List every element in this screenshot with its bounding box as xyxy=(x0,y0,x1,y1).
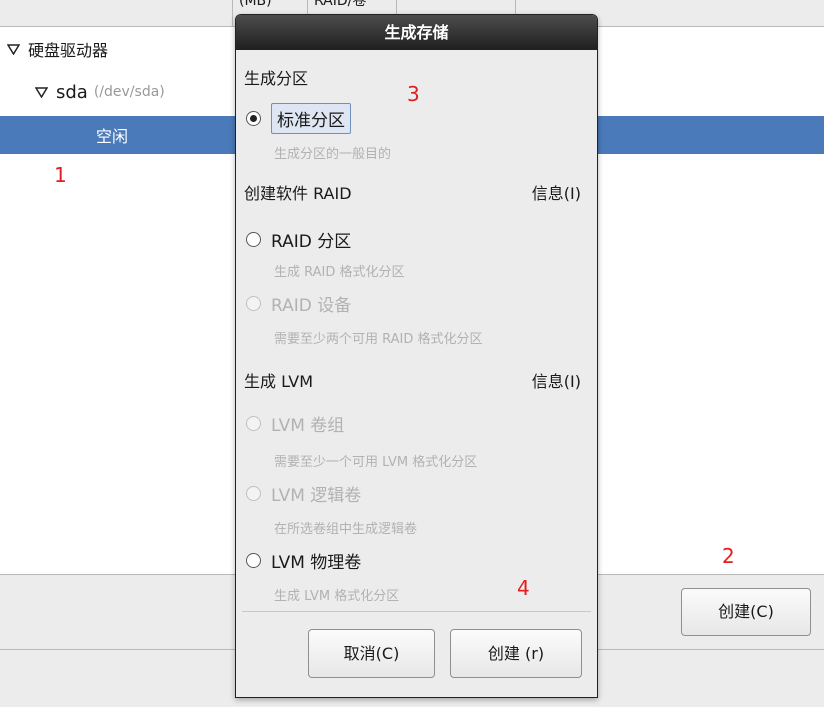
radio-standard-partition[interactable]: 标准分区 xyxy=(246,103,351,134)
lvm-pv-desc: 生成 LVM 格式化分区 xyxy=(274,589,400,604)
radio-raid-device[interactable]: RAID 设备 xyxy=(246,291,351,316)
raid-partition-label: RAID 分区 xyxy=(271,232,352,252)
raid-info-link[interactable]: 信息(I) xyxy=(532,180,581,204)
radio-raid-partition[interactable]: RAID 分区 xyxy=(246,227,351,252)
lvm-pv-label: LVM 物理卷 xyxy=(271,553,362,573)
sda-name: sda xyxy=(56,81,88,103)
radio-unchecked-icon[interactable] xyxy=(246,296,261,311)
sda-device-path: (/dev/sda) xyxy=(93,84,165,100)
lvm-vg-label: LVM 卷组 xyxy=(271,416,345,436)
create-storage-dialog: 生成存储 生成分区 标准分区 生成分区的一般目的 创建软件 RAID 信息(I)… xyxy=(235,14,598,698)
annotation-4: 4 xyxy=(517,576,530,600)
radio-lvm-physical-volume[interactable]: LVM 物理卷 xyxy=(246,548,361,573)
radio-lvm-volume-group[interactable]: LVM 卷组 xyxy=(246,411,344,436)
dialog-create-button[interactable]: 创建 (r) xyxy=(450,629,582,678)
radio-lvm-logical-volume[interactable]: LVM 逻辑卷 xyxy=(246,481,361,506)
radio-unchecked-icon[interactable] xyxy=(246,553,261,568)
radio-unchecked-icon[interactable] xyxy=(246,232,261,247)
section-software-raid: 创建软件 RAID xyxy=(244,184,352,203)
cancel-button[interactable]: 取消(C) xyxy=(308,629,435,678)
free-space-label: 空闲 xyxy=(96,127,129,146)
dialog-title: 生成存储 xyxy=(236,15,597,50)
radio-checked-icon[interactable] xyxy=(246,111,261,126)
raid-device-label: RAID 设备 xyxy=(271,296,352,316)
radio-unchecked-icon[interactable] xyxy=(246,486,261,501)
annotation-3: 3 xyxy=(407,82,420,106)
raid-partition-desc: 生成 RAID 格式化分区 xyxy=(274,265,405,280)
dialog-divider xyxy=(242,611,591,612)
raid-device-desc: 需要至少两个可用 RAID 格式化分区 xyxy=(274,332,483,347)
expand-triangle-icon[interactable] xyxy=(35,86,48,98)
radio-unchecked-icon[interactable] xyxy=(246,416,261,431)
annotation-2: 2 xyxy=(722,544,735,568)
annotation-1: 1 xyxy=(54,163,67,187)
lvm-lv-desc: 在所选卷组中生成逻辑卷 xyxy=(274,522,418,537)
expand-triangle-icon[interactable] xyxy=(7,43,20,55)
lvm-vg-desc: 需要至少一个可用 LVM 格式化分区 xyxy=(274,455,478,470)
create-button[interactable]: 创建(C) xyxy=(681,588,811,636)
standard-partition-label: 标准分区 xyxy=(271,103,351,134)
section-create-lvm: 生成 LVM xyxy=(244,372,313,391)
lvm-lv-label: LVM 逻辑卷 xyxy=(271,486,362,506)
lvm-info-link[interactable]: 信息(I) xyxy=(532,368,581,392)
section-create-partition: 生成分区 xyxy=(244,69,309,88)
standard-partition-desc: 生成分区的一般目的 xyxy=(274,147,392,162)
hard-drives-label: 硬盘驱动器 xyxy=(28,41,109,60)
